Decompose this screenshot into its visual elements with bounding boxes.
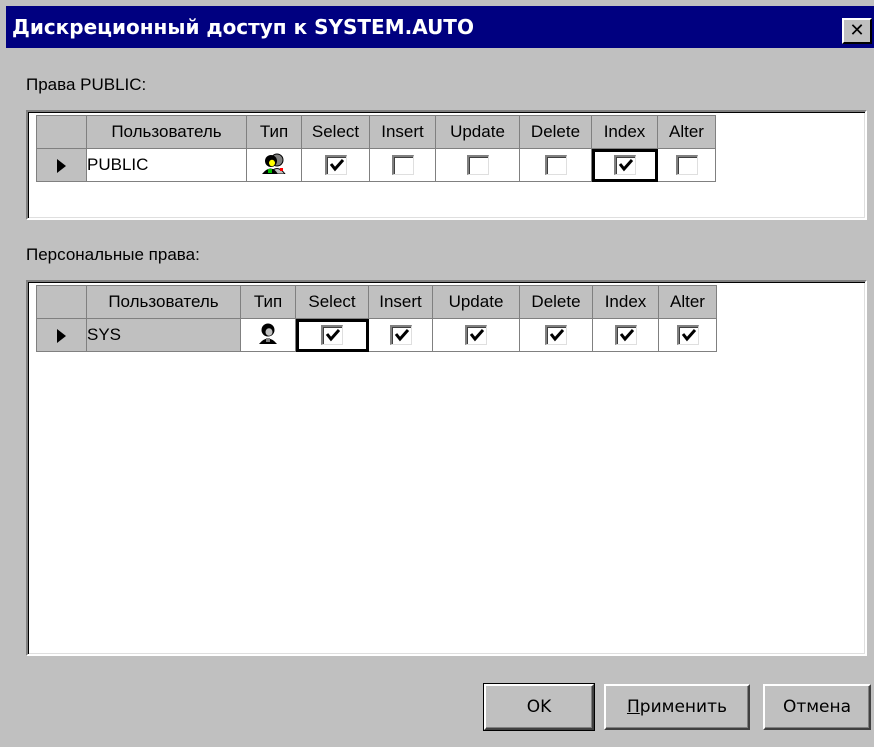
index-checkbox-cell[interactable] [591, 148, 658, 182]
personal-rights-label: Персональные права: [26, 245, 200, 264]
select-checkbox[interactable] [324, 155, 347, 176]
column-header-user[interactable]: Пользователь [86, 115, 247, 149]
column-header-select[interactable]: Select [295, 285, 369, 319]
insert-checkbox-cell[interactable] [369, 148, 436, 182]
select-checkbox-cell[interactable] [295, 318, 369, 352]
alter-checkbox[interactable] [675, 155, 698, 176]
close-icon: ✕ [849, 20, 865, 41]
user-group-icon [262, 153, 286, 174]
apply-button[interactable]: Применить [604, 684, 750, 730]
check-icon [618, 159, 633, 172]
user-cell[interactable]: PUBLIC [86, 148, 247, 182]
column-header-index[interactable]: Index [592, 285, 659, 319]
update-checkbox-cell[interactable] [435, 148, 520, 182]
apply-label: рименить [639, 697, 727, 717]
cancel-button[interactable]: Отмена [763, 684, 871, 730]
type-cell [246, 148, 302, 182]
check-icon [619, 329, 634, 342]
check-icon [329, 159, 344, 172]
column-header-update[interactable]: Update [432, 285, 520, 319]
column-header-delete[interactable]: Delete [519, 115, 592, 149]
row-indicator[interactable] [36, 148, 87, 182]
row-indicator[interactable] [36, 318, 87, 352]
title-bar: Дискреционный доступ к SYSTEM.AUTO ✕ [6, 6, 874, 48]
close-button[interactable]: ✕ [842, 18, 872, 44]
delete-checkbox[interactable] [545, 325, 567, 346]
column-header-insert[interactable]: Insert [368, 285, 433, 319]
insert-checkbox[interactable] [389, 325, 412, 346]
delete-checkbox[interactable] [544, 155, 567, 176]
discretionary-access-dialog: Дискреционный доступ к SYSTEM.AUTO ✕ Пра… [0, 0, 874, 747]
public-rights-grid[interactable]: Пользователь Тип Select Insert Update De… [26, 110, 867, 220]
insert-checkbox[interactable] [391, 155, 414, 176]
table-row[interactable]: SYS [36, 318, 717, 352]
column-header-type[interactable]: Тип [240, 285, 296, 319]
update-checkbox[interactable] [466, 155, 489, 176]
alter-checkbox[interactable] [676, 325, 699, 346]
header-corner [36, 285, 87, 319]
index-checkbox-cell[interactable] [592, 318, 659, 352]
ok-button[interactable]: OK [483, 683, 595, 731]
user-icon [259, 323, 277, 344]
grid-header-row: Пользователь Тип Select Insert Update De… [36, 115, 716, 149]
check-icon [681, 329, 696, 342]
column-header-select[interactable]: Select [301, 115, 370, 149]
insert-checkbox-cell[interactable] [368, 318, 433, 352]
check-icon [549, 329, 565, 342]
column-header-type[interactable]: Тип [246, 115, 302, 149]
current-row-arrow-icon [57, 328, 66, 343]
personal-rights-grid[interactable]: Пользователь Тип Select Insert Update De… [26, 280, 867, 656]
column-header-user[interactable]: Пользователь [86, 285, 241, 319]
table-row[interactable]: PUBLIC [36, 148, 716, 182]
update-checkbox-cell[interactable] [432, 318, 520, 352]
update-checkbox[interactable] [465, 325, 487, 346]
index-checkbox[interactable] [613, 155, 636, 176]
dialog-title: Дискреционный доступ к SYSTEM.AUTO [12, 15, 474, 39]
current-row-arrow-icon [57, 158, 66, 173]
check-icon [325, 329, 341, 342]
alter-checkbox-cell[interactable] [657, 148, 716, 182]
delete-checkbox-cell[interactable] [519, 148, 592, 182]
column-header-update[interactable]: Update [435, 115, 520, 149]
type-cell [240, 318, 296, 352]
check-icon [469, 329, 485, 342]
column-header-alter[interactable]: Alter [658, 285, 717, 319]
check-icon [394, 329, 409, 342]
apply-mnemonic: П [626, 697, 640, 717]
public-rights-label: Права PUBLIC: [26, 75, 147, 94]
column-header-insert[interactable]: Insert [369, 115, 436, 149]
grid-header-row: Пользователь Тип Select Insert Update De… [36, 285, 717, 319]
delete-checkbox-cell[interactable] [519, 318, 593, 352]
index-checkbox[interactable] [614, 325, 637, 346]
select-checkbox[interactable] [321, 325, 343, 346]
header-corner [36, 115, 87, 149]
column-header-delete[interactable]: Delete [519, 285, 593, 319]
select-checkbox-cell[interactable] [301, 148, 370, 182]
column-header-index[interactable]: Index [591, 115, 658, 149]
column-header-alter[interactable]: Alter [657, 115, 716, 149]
alter-checkbox-cell[interactable] [658, 318, 717, 352]
user-cell[interactable]: SYS [86, 318, 241, 352]
